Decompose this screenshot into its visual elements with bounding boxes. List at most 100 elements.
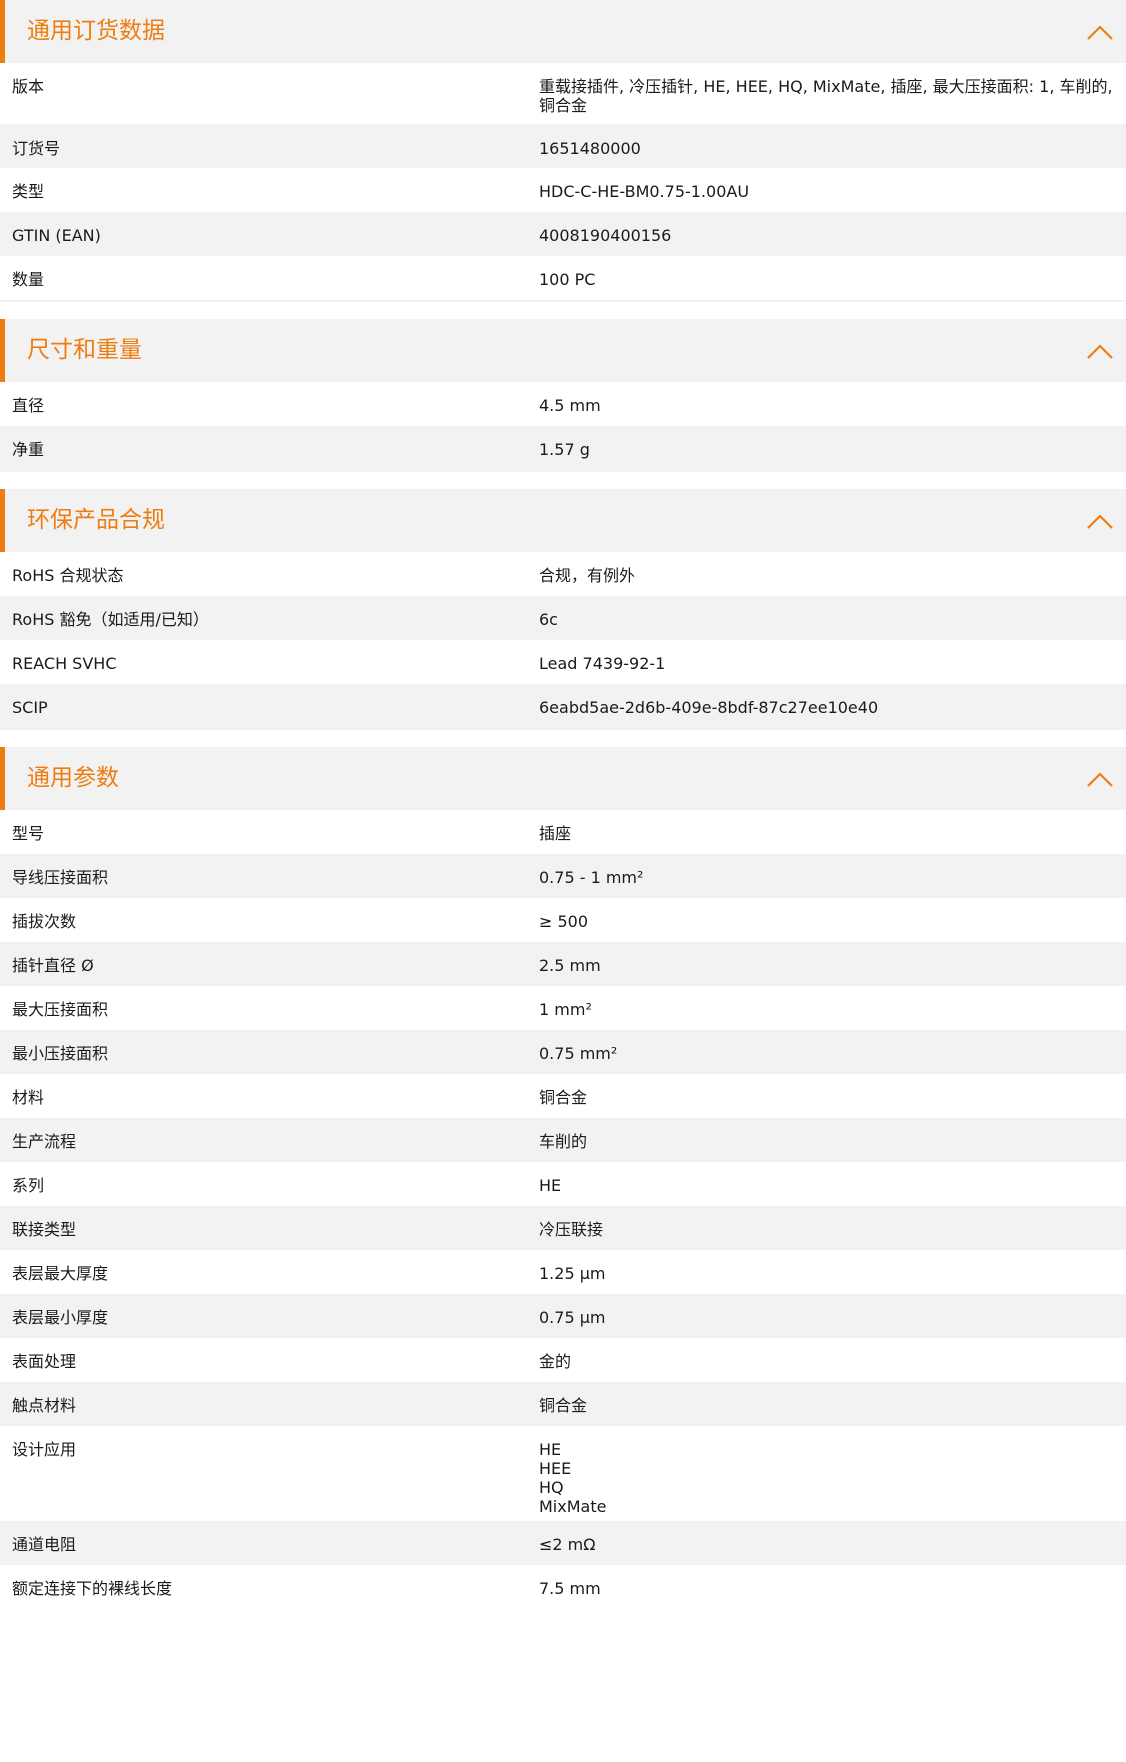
row-label: 生产流程: [12, 1132, 77, 1151]
row-label: 数量: [12, 270, 45, 289]
row-label: REACH SVHC: [12, 654, 117, 673]
table-row: 联接类型 冷压联接: [0, 1206, 1126, 1250]
table-row: 表层最小厚度 0.75 µm: [0, 1294, 1126, 1338]
table-row: 净重 1.57 g: [0, 426, 1126, 470]
row-value: Lead 7439-92-1: [539, 654, 666, 673]
table-row: REACH SVHC Lead 7439-92-1: [0, 640, 1126, 684]
row-value: 铜合金: [539, 1396, 588, 1415]
row-value: 4008190400156: [539, 226, 672, 245]
table-row: 触点材料 铜合金: [0, 1382, 1126, 1426]
section-header-environmental-compliance[interactable]: 环保产品合规: [0, 489, 1126, 552]
row-label: 导线压接面积: [12, 868, 109, 887]
row-value: 6c: [539, 610, 558, 629]
table-row: 导线压接面积 0.75 - 1 mm²: [0, 854, 1126, 898]
table-row: 型号 插座: [0, 810, 1126, 854]
table-row: 数量 100 PC: [0, 256, 1126, 300]
row-label: RoHS 合规状态: [12, 566, 124, 585]
row-label: 表层最小厚度: [12, 1308, 109, 1327]
row-label: 版本: [12, 77, 45, 96]
section-divider: [0, 470, 1126, 472]
table-row: 额定连接下的裸线长度 7.5 mm: [0, 1565, 1126, 1609]
table-row: 插拔次数 ≥ 500: [0, 898, 1126, 942]
row-label: 系列: [12, 1176, 45, 1195]
row-label: 型号: [12, 824, 45, 843]
row-value: 1651480000: [539, 139, 641, 158]
row-value: HDC-C-HE-BM0.75-1.00AU: [539, 182, 750, 201]
row-label: 额定连接下的裸线长度: [12, 1579, 173, 1598]
table-row: RoHS 豁免（如适用/已知） 6c: [0, 596, 1126, 640]
row-value: 1.57 g: [539, 440, 590, 459]
row-label: 净重: [12, 440, 45, 459]
chevron-up-icon[interactable]: [1085, 337, 1115, 365]
row-value: 4.5 mm: [539, 396, 601, 415]
row-label: 插针直径 Ø: [12, 956, 94, 975]
table-row: 版本 重载接插件, 冷压插针, HE, HEE, HQ, MixMate, 插座…: [0, 63, 1126, 124]
row-label: 订货号: [12, 139, 61, 158]
table-row: 最小压接面积 0.75 mm²: [0, 1030, 1126, 1074]
row-value: 插座: [539, 824, 572, 843]
section-title: 环保产品合规: [27, 507, 165, 533]
section-title: 通用订货数据: [27, 18, 165, 44]
row-value: 0.75 - 1 mm²: [539, 868, 644, 887]
row-label: SCIP: [12, 698, 48, 717]
section-divider: [0, 300, 1126, 302]
row-value: 2.5 mm: [539, 956, 601, 975]
row-label: 直径: [12, 396, 45, 415]
row-label: 设计应用: [12, 1440, 77, 1459]
section-dimensions-weight: 尺寸和重量 直径 4.5 mm 净重 1.57 g: [0, 319, 1126, 472]
table-row: 类型 HDC-C-HE-BM0.75-1.00AU: [0, 168, 1126, 212]
table-row: 表面处理 金的: [0, 1338, 1126, 1382]
section-general-parameters: 通用参数 型号 插座 导线压接面积 0.75 - 1 mm² 插拔次数 ≥ 50…: [0, 747, 1126, 1609]
row-label: 通道电阻: [12, 1535, 77, 1554]
table-row: 通道电阻 ≤2 mΩ: [0, 1521, 1126, 1565]
table-row: GTIN (EAN) 4008190400156: [0, 212, 1126, 256]
table-row: SCIP 6eabd5ae-2d6b-409e-8bdf-87c27ee10e4…: [0, 684, 1126, 728]
section-title: 通用参数: [27, 765, 119, 791]
row-value: 0.75 mm²: [539, 1044, 618, 1063]
section-header-ordering-data[interactable]: 通用订货数据: [0, 0, 1126, 63]
table-row: 订货号 1651480000: [0, 124, 1126, 168]
row-label: 最小压接面积: [12, 1044, 109, 1063]
chevron-up-icon[interactable]: [1085, 18, 1115, 46]
table-row: 设计应用 HE HEE HQ MixMate: [0, 1426, 1126, 1521]
chevron-up-icon[interactable]: [1085, 507, 1115, 535]
row-label: 联接类型: [12, 1220, 77, 1239]
row-value: 金的: [539, 1352, 572, 1371]
row-value: 0.75 µm: [539, 1308, 606, 1327]
row-label: 材料: [12, 1088, 45, 1107]
row-value: 铜合金: [539, 1088, 588, 1107]
row-value: HE: [539, 1176, 562, 1195]
section-header-general-parameters[interactable]: 通用参数: [0, 747, 1126, 810]
row-label: 表面处理: [12, 1352, 77, 1371]
row-value: 合规，有例外: [539, 566, 636, 585]
row-value: ≤2 mΩ: [539, 1535, 596, 1554]
row-label: GTIN (EAN): [12, 226, 101, 245]
row-value: 7.5 mm: [539, 1579, 601, 1598]
row-label: 触点材料: [12, 1396, 77, 1415]
table-row: 系列 HE: [0, 1162, 1126, 1206]
row-label: 最大压接面积: [12, 1000, 109, 1019]
row-value: 100 PC: [539, 270, 596, 289]
row-value: 重载接插件, 冷压插针, HE, HEE, HQ, MixMate, 插座, 最…: [539, 77, 1113, 115]
table-row: 生产流程 车削的: [0, 1118, 1126, 1162]
section-title: 尺寸和重量: [27, 337, 142, 363]
row-value: HE HEE HQ MixMate: [539, 1440, 607, 1516]
row-value: 1.25 µm: [539, 1264, 606, 1283]
row-label: 类型: [12, 182, 45, 201]
chevron-up-icon[interactable]: [1085, 765, 1115, 793]
table-row: 材料 铜合金: [0, 1074, 1126, 1118]
row-value: 车削的: [539, 1132, 588, 1151]
row-label: 插拔次数: [12, 912, 77, 931]
product-details: 通用订货数据 版本 重载接插件, 冷压插针, HE, HEE, HQ, MixM…: [0, 0, 1126, 1609]
section-divider: [0, 728, 1126, 730]
table-row: 插针直径 Ø 2.5 mm: [0, 942, 1126, 986]
row-value: ≥ 500: [539, 912, 589, 931]
section-environmental-compliance: 环保产品合规 RoHS 合规状态 合规，有例外 RoHS 豁免（如适用/已知） …: [0, 489, 1126, 730]
table-row: RoHS 合规状态 合规，有例外: [0, 552, 1126, 596]
section-header-dimensions-weight[interactable]: 尺寸和重量: [0, 319, 1126, 382]
row-label: 表层最大厚度: [12, 1264, 109, 1283]
table-row: 最大压接面积 1 mm²: [0, 986, 1126, 1030]
row-value: 6eabd5ae-2d6b-409e-8bdf-87c27ee10e40: [539, 698, 879, 717]
row-value: 冷压联接: [539, 1220, 604, 1239]
table-row: 直径 4.5 mm: [0, 382, 1126, 426]
